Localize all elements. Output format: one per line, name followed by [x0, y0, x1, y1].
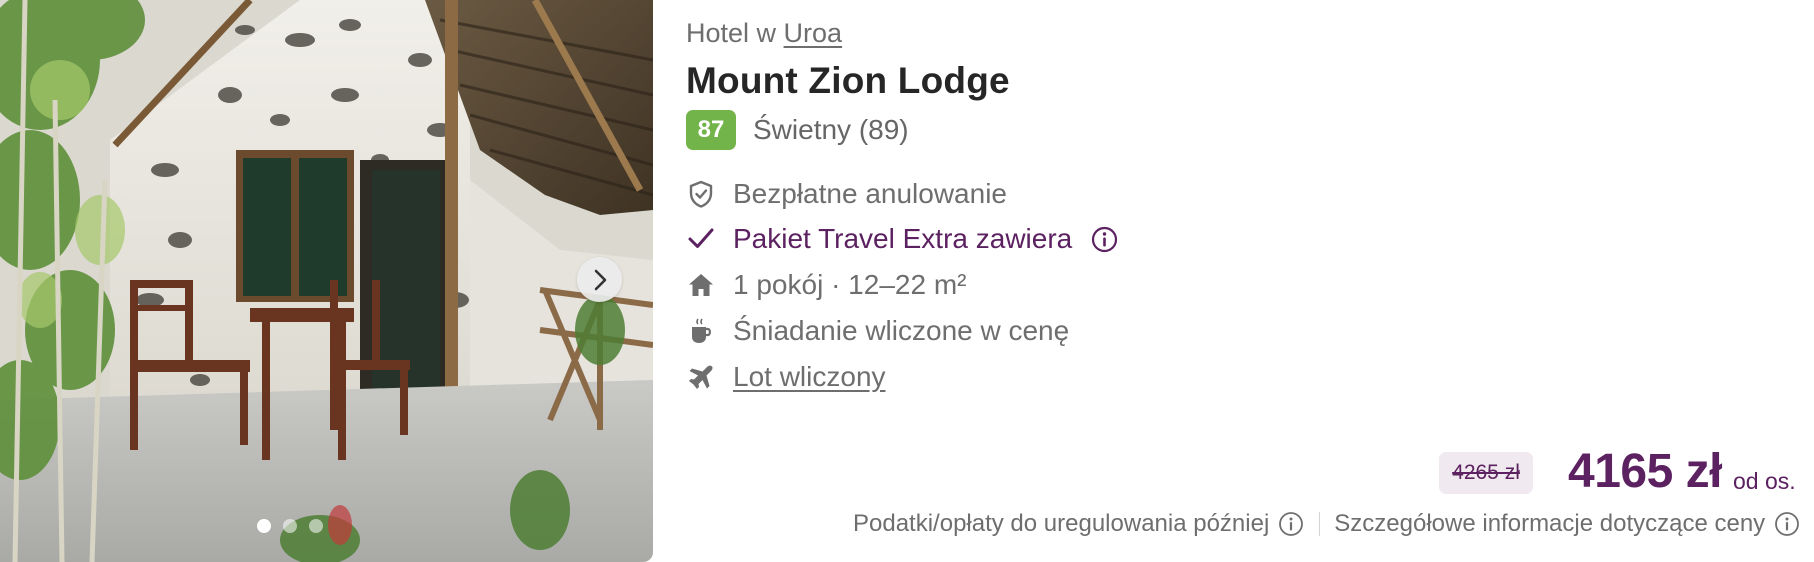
feature-label: Bezpłatne anulowanie	[733, 178, 1007, 209]
feature-label: Śniadanie wliczone w cenę	[733, 315, 1070, 346]
feature-flight: Lot wliczony	[686, 357, 886, 397]
current-price: 4165 zł	[1568, 445, 1722, 498]
info-icon	[1278, 511, 1304, 537]
feature-label: Pakiet Travel Extra zawiera	[733, 223, 1073, 254]
taxes-label: Podatki/opłaty do uregulowania później	[853, 510, 1270, 537]
hotel-photo[interactable]	[0, 0, 653, 562]
house-icon	[686, 270, 716, 300]
feature-label: 1 pokój · 12–22 m²	[733, 269, 967, 300]
hotel-rating: 87 Świetny (89)	[686, 110, 909, 150]
hotel-location: Hotel w Uroa	[686, 18, 842, 49]
hotel-card: Hotel w Uroa Mount Zion Lodge 87 Świetny…	[0, 0, 1814, 562]
old-price: 4265 zł	[1439, 452, 1533, 494]
price-details-label: Szczegółowe informacje dotyczące ceny	[1334, 510, 1766, 537]
chevron-right-icon	[594, 269, 606, 290]
shield-check-icon	[686, 179, 716, 209]
flight-included-link[interactable]: Lot wliczony	[733, 361, 886, 393]
location-prefix: Hotel w	[686, 18, 777, 48]
fees-divider	[1319, 512, 1321, 536]
coffee-cup-icon	[686, 316, 716, 346]
taxes-info-link[interactable]: Podatki/opłaty do uregulowania później	[853, 510, 1304, 538]
hotel-info: Hotel w Uroa Mount Zion Lodge 87 Świetny…	[686, 0, 1800, 562]
airplane-icon	[686, 362, 716, 392]
info-icon	[1774, 511, 1800, 537]
price-details-link[interactable]: Szczegółowe informacje dotyczące ceny	[1334, 510, 1800, 538]
feature-travel-extra: Pakiet Travel Extra zawiera	[686, 219, 1118, 259]
photo-dot-2[interactable]	[283, 519, 297, 533]
photo-dot-3[interactable]	[309, 519, 323, 533]
lodge-photo-image	[0, 0, 653, 562]
feature-breakfast: Śniadanie wliczone w cenę	[686, 311, 1069, 351]
hotel-name[interactable]: Mount Zion Lodge	[686, 60, 1010, 102]
fees-row: Podatki/opłaty do uregulowania później S…	[853, 510, 1800, 538]
info-icon[interactable]	[1090, 225, 1118, 253]
location-city-link[interactable]: Uroa	[784, 18, 843, 48]
price-per-person-label: od os.	[1733, 468, 1796, 494]
rating-label: Świetny (89)	[753, 114, 909, 145]
photo-dot-1[interactable]	[257, 519, 271, 533]
rating-score-badge: 87	[686, 110, 736, 150]
photo-pagination-dots	[257, 519, 323, 533]
feature-room: 1 pokój · 12–22 m²	[686, 265, 966, 305]
feature-free-cancellation: Bezpłatne anulowanie	[686, 174, 1007, 214]
next-photo-button[interactable]	[577, 257, 622, 302]
checkmark-icon	[686, 224, 716, 254]
